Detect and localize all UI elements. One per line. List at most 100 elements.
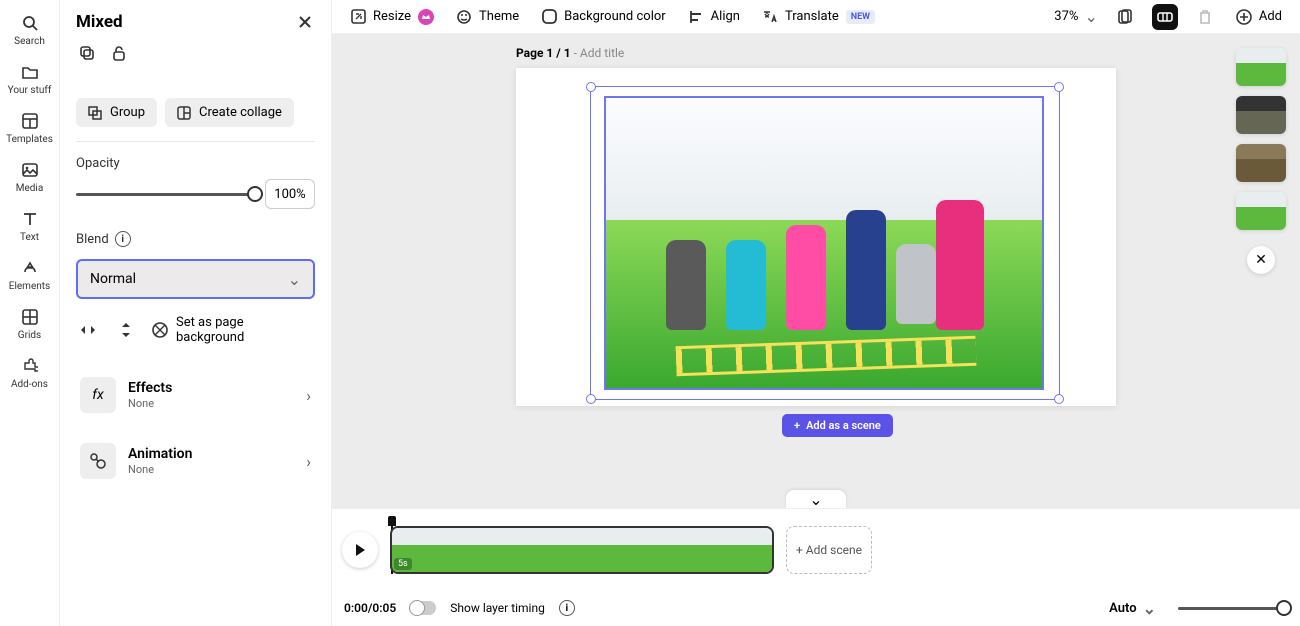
addons-icon <box>21 357 39 375</box>
effects-row[interactable]: fx Effects None › <box>76 369 315 421</box>
scene-duration-badge: 5s <box>394 558 412 570</box>
resize-handle-tr[interactable] <box>1054 82 1064 92</box>
timeline-view-button[interactable] <box>1152 4 1178 30</box>
properties-panel: Mixed Group Create collage Opacity 100% … <box>60 0 332 626</box>
collage-icon <box>177 106 191 120</box>
canvas-area[interactable]: Page 1 / 1 - Add title + Add as a scene … <box>332 34 1300 508</box>
animation-icon <box>80 443 116 479</box>
rail-addons[interactable]: Add-ons <box>0 349 59 398</box>
scene-clip[interactable]: 5s <box>390 526 774 574</box>
rail-text-label: Text <box>20 232 39 243</box>
chevron-down-icon: ⌄ <box>1084 7 1097 26</box>
top-toolbar: Resize Theme Background color Align Tran… <box>332 0 1300 34</box>
show-layer-timing-toggle[interactable] <box>410 601 436 615</box>
lock-button[interactable] <box>108 42 130 64</box>
pages-view-button[interactable] <box>1112 4 1138 30</box>
rail-templates[interactable]: Templates <box>0 104 59 153</box>
animation-row[interactable]: Animation None › <box>76 435 315 487</box>
blend-value: Normal <box>90 271 136 287</box>
animation-title: Animation <box>128 446 294 462</box>
rail-grids[interactable]: Grids <box>0 300 59 349</box>
opacity-slider[interactable] <box>76 193 255 196</box>
align-icon <box>688 9 704 25</box>
blend-label: Blend i <box>76 231 315 247</box>
timeline: 5s + Add scene 0:00/0:05 Show layer timi… <box>332 508 1300 626</box>
effects-sub: None <box>128 397 294 410</box>
pages-thumbnails: ✕ <box>1236 48 1286 274</box>
blend-info-icon[interactable]: i <box>115 231 131 247</box>
resize-handle-bl[interactable] <box>586 394 596 404</box>
resize-handle-tl[interactable] <box>586 82 596 92</box>
play-button[interactable] <box>342 532 378 568</box>
chevron-down-icon: ⌄ <box>1143 599 1156 618</box>
scene-frame: 5s <box>392 528 468 572</box>
rail-media[interactable]: Media <box>0 153 59 202</box>
blend-select[interactable]: Normal ⌄ <box>76 259 315 299</box>
collapse-timeline-tab[interactable]: ⌄ <box>786 490 846 508</box>
rail-search-label: Search <box>14 36 45 47</box>
zoom-control[interactable]: 37% ⌄ <box>1054 7 1098 26</box>
scene-frame <box>696 528 772 572</box>
rail-search[interactable]: Search <box>0 6 59 55</box>
create-collage-label: Create collage <box>199 105 282 120</box>
group-button[interactable]: Group <box>76 98 157 127</box>
flip-vertical-button[interactable] <box>114 318 138 342</box>
chevron-down-icon: ⌄ <box>809 490 822 509</box>
rail-elements[interactable]: Elements <box>0 251 59 300</box>
duplicate-button[interactable] <box>76 42 98 64</box>
resize-button[interactable]: Resize <box>346 5 438 29</box>
delete-button[interactable] <box>1192 4 1218 30</box>
search-icon <box>21 14 39 32</box>
resize-icon <box>350 9 366 25</box>
rail-media-label: Media <box>16 183 44 194</box>
page-label[interactable]: Page 1 / 1 - Add title <box>516 46 624 60</box>
close-pages-strip-button[interactable]: ✕ <box>1247 246 1275 274</box>
page-thumb-3[interactable] <box>1236 144 1286 182</box>
playhead[interactable] <box>388 516 396 526</box>
rail-elements-label: Elements <box>9 281 50 292</box>
animation-sub: None <box>128 463 294 476</box>
rail-your-stuff[interactable]: Your stuff <box>0 55 59 104</box>
theme-button[interactable]: Theme <box>452 5 523 29</box>
grids-icon <box>21 308 39 326</box>
rail-addons-label: Add-ons <box>11 379 48 390</box>
folder-icon <box>21 63 39 81</box>
layer-timing-info-icon[interactable]: i <box>559 600 575 616</box>
selection-bounds[interactable] <box>590 86 1060 400</box>
resize-handle-br[interactable] <box>1054 394 1064 404</box>
plus-icon: + <box>794 419 800 432</box>
rail-text[interactable]: Text <box>0 202 59 251</box>
effects-title: Effects <box>128 380 294 396</box>
show-layer-timing-label: Show layer timing <box>450 601 545 615</box>
timeline-zoom-slider[interactable] <box>1178 607 1288 610</box>
background-color-button[interactable]: Background color <box>537 5 670 29</box>
add-title-placeholder[interactable]: - Add title <box>571 46 625 60</box>
new-badge: NEW <box>846 10 875 24</box>
translate-icon <box>762 9 778 25</box>
page-thumb-4[interactable] <box>1236 192 1286 230</box>
align-button[interactable]: Align <box>684 5 744 29</box>
media-icon <box>21 161 39 179</box>
scene-frame <box>620 528 696 572</box>
flip-horizontal-button[interactable] <box>76 318 100 342</box>
create-collage-button[interactable]: Create collage <box>165 98 294 127</box>
page-thumb-1[interactable] <box>1236 48 1286 86</box>
page-thumb-2[interactable] <box>1236 96 1286 134</box>
close-panel-button[interactable] <box>295 12 315 32</box>
add-button[interactable]: Add <box>1232 5 1286 29</box>
chevron-right-icon: › <box>306 386 311 405</box>
timeline-time: 0:00/0:05 <box>344 601 396 615</box>
opacity-label: Opacity <box>76 156 315 171</box>
translate-button[interactable]: Translate NEW <box>758 5 879 29</box>
plus-circle-icon <box>1236 9 1252 25</box>
add-as-scene-button[interactable]: + Add as a scene <box>782 414 893 437</box>
set-page-background-button[interactable]: Set as page background <box>152 315 315 345</box>
opacity-value[interactable]: 100% <box>265 179 315 209</box>
rail-your-stuff-label: Your stuff <box>8 85 52 96</box>
scene-frame <box>468 528 544 572</box>
timeline-auto-select[interactable]: Auto ⌄ <box>1109 599 1156 618</box>
add-scene-button[interactable]: + Add scene <box>786 526 872 574</box>
group-icon <box>88 106 102 120</box>
panel-title: Mixed <box>76 12 123 32</box>
elements-icon <box>21 259 39 277</box>
